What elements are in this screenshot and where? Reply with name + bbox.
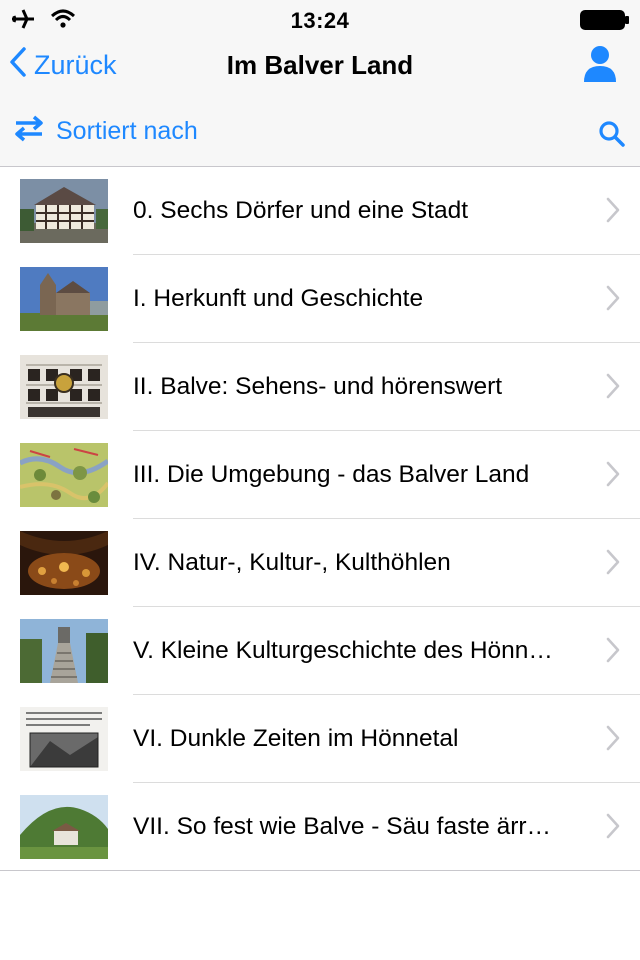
list-item-title: III. Die Umgebung - das Balver Land: [133, 461, 530, 488]
thumbnail-image: [20, 619, 108, 683]
list-item-title: I. Herkunft und Geschichte: [133, 285, 424, 312]
chevron-right-icon: [606, 637, 620, 668]
thumbnail-image: [20, 795, 108, 859]
chevron-right-icon: [606, 549, 620, 580]
chevron-right-icon: [606, 197, 620, 228]
thumbnail-image: [20, 267, 108, 331]
thumbnail-image: [20, 179, 108, 243]
user-icon[interactable]: [582, 44, 618, 89]
chevron-right-icon: [606, 373, 620, 404]
search-icon[interactable]: [598, 120, 626, 153]
chevron-right-icon: [606, 725, 620, 756]
chapter-list: 0. Sechs Dörfer und eine Stadt I. Herkun…: [0, 167, 640, 871]
sort-label: Sortiert nach: [56, 117, 198, 145]
page-title: Im Balver Land: [226, 50, 414, 80]
thumbnail-image: [20, 531, 108, 595]
top-bar: 13:24 Zurück Im Balver Land Sortiert nac…: [0, 0, 640, 167]
list-item[interactable]: III. Die Umgebung - das Balver Land: [0, 431, 640, 519]
thumbnail-image: [20, 355, 108, 419]
chevron-right-icon: [606, 813, 620, 844]
list-item[interactable]: I. Herkunft und Geschichte: [0, 255, 640, 343]
list-item[interactable]: VII. So fest wie Balve - Säu faste ärr…: [0, 783, 640, 871]
chevron-right-icon: [606, 285, 620, 316]
list-item[interactable]: V. Kleine Kulturgeschichte des Hönn…: [0, 607, 640, 695]
list-item-title: V. Kleine Kulturgeschichte des Hönn…: [133, 637, 553, 664]
swap-arrows-icon: [12, 114, 46, 149]
list-item-title: IV. Natur-, Kultur-, Kulthöhlen: [133, 549, 451, 576]
list-item[interactable]: II. Balve: Sehens- und hörenswert: [0, 343, 640, 431]
sort-toolbar: Sortiert nach: [0, 108, 640, 160]
battery-icon: [580, 10, 630, 35]
thumbnail-image: [20, 707, 108, 771]
status-bar: 13:24: [0, 0, 640, 40]
list-item-title: II. Balve: Sehens- und hörenswert: [133, 373, 503, 400]
navigation-bar: Zurück Im Balver Land: [0, 40, 640, 90]
status-time: 13:24: [290, 8, 350, 33]
sort-button[interactable]: Sortiert nach: [12, 114, 198, 149]
list-item-title: VII. So fest wie Balve - Säu faste ärr…: [133, 813, 552, 840]
list-item-title: VI. Dunkle Zeiten im Hönnetal: [133, 725, 459, 752]
list-item[interactable]: IV. Natur-, Kultur-, Kulthöhlen: [0, 519, 640, 607]
list-item[interactable]: 0. Sechs Dörfer und eine Stadt: [0, 167, 640, 255]
list-item[interactable]: VI. Dunkle Zeiten im Hönnetal: [0, 695, 640, 783]
chevron-right-icon: [606, 461, 620, 492]
thumbnail-image: [20, 443, 108, 507]
list-item-title: 0. Sechs Dörfer und eine Stadt: [133, 197, 469, 224]
